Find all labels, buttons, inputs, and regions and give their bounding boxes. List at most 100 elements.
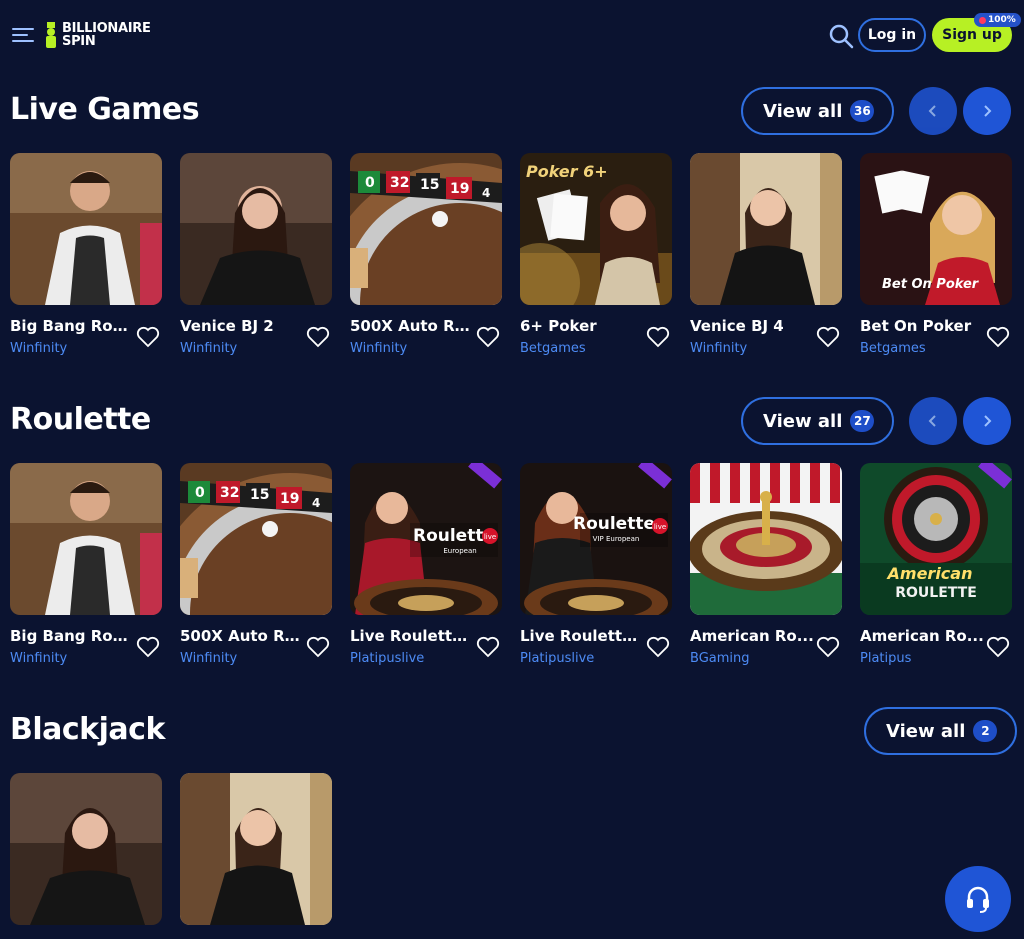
- game-card[interactable]: [10, 773, 162, 925]
- count-badge: 2: [973, 720, 998, 742]
- heart-icon[interactable]: [136, 326, 160, 348]
- roulette-number: 19: [280, 491, 299, 507]
- next-arrow-button[interactable]: [963, 397, 1011, 445]
- game-thumbnail[interactable]: [10, 153, 162, 305]
- game-name: Big Bang Rou...: [10, 627, 134, 645]
- game-provider[interactable]: Platipuslive: [350, 651, 474, 666]
- view-all-button[interactable]: View all 27: [741, 397, 895, 445]
- roulette-number: 32: [390, 175, 409, 191]
- live-badge: live: [654, 523, 666, 531]
- game-card[interactable]: [180, 773, 332, 925]
- prev-arrow-button[interactable]: [909, 397, 957, 445]
- game-thumbnail[interactable]: [10, 773, 162, 925]
- game-card[interactable]: Venice BJ 4 Winfinity: [690, 153, 842, 356]
- headset-icon: [967, 886, 989, 913]
- logo[interactable]: BILLIONAIRE SPIN: [44, 18, 151, 52]
- game-thumbnail[interactable]: Roulette European live: [350, 463, 502, 615]
- heart-icon[interactable]: [816, 326, 840, 348]
- game-name: 500X Auto Ro...: [180, 627, 304, 645]
- game-card[interactable]: 0 32 15 19 4 500X Auto Ro... Winfinity: [180, 463, 332, 666]
- view-all-button[interactable]: View all 36: [741, 87, 895, 135]
- signup-badge-text: 100%: [988, 15, 1016, 25]
- signup-bonus-badge: 100%: [974, 13, 1021, 27]
- game-card[interactable]: Big Bang Rou... Winfinity: [10, 463, 162, 666]
- game-thumbnail[interactable]: 0 32 15 19 4: [350, 153, 502, 305]
- game-card[interactable]: 0 32 15 19 4 500X Auto Ro... Winfinity: [350, 153, 502, 356]
- heart-icon[interactable]: [306, 636, 330, 658]
- game-provider[interactable]: Winfinity: [10, 651, 134, 666]
- heart-icon[interactable]: [646, 326, 670, 348]
- game-thumbnail[interactable]: [690, 153, 842, 305]
- support-chat-button[interactable]: [945, 866, 1011, 932]
- game-provider[interactable]: Platipus: [860, 651, 984, 666]
- roulette-number: 15: [420, 177, 439, 193]
- game-thumbnail[interactable]: [180, 773, 332, 925]
- game-name: Bet On Poker: [860, 317, 972, 335]
- gift-icon: [979, 16, 986, 24]
- section-roulette: Roulette View all 27 Big Bang Rou... Win…: [0, 394, 1024, 684]
- heart-icon[interactable]: [986, 326, 1010, 348]
- game-card[interactable]: Big Bang Rou... Winfinity: [10, 153, 162, 356]
- logo-line-2: SPIN: [62, 34, 96, 49]
- search-icon[interactable]: [828, 23, 854, 49]
- section-title: Live Games: [10, 92, 200, 127]
- game-thumbnail[interactable]: 0 32 15 19 4: [180, 463, 332, 615]
- roulette-number: 19: [450, 181, 469, 197]
- menu-icon[interactable]: [12, 26, 34, 44]
- section-live-games: Live Games View all 36 Big Bang Rou... W…: [0, 84, 1024, 374]
- heart-icon[interactable]: [136, 636, 160, 658]
- chevron-left-icon: [928, 105, 936, 117]
- view-all-label: View all: [886, 720, 966, 742]
- game-card[interactable]: American Ro... BGaming: [690, 463, 842, 666]
- game-name: Venice BJ 4: [690, 317, 784, 335]
- heart-icon[interactable]: [986, 636, 1010, 658]
- game-provider[interactable]: Platipuslive: [520, 651, 644, 666]
- game-provider[interactable]: Winfinity: [10, 341, 134, 356]
- game-card[interactable]: American ROULETTE American Ro... Platipu…: [860, 463, 1012, 666]
- game-thumbnail[interactable]: [690, 463, 842, 615]
- game-thumbnail[interactable]: Bet On Poker: [860, 153, 1012, 305]
- roulette-number: 0: [365, 175, 375, 191]
- thumb-title: Roulette: [573, 514, 655, 534]
- game-card[interactable]: Venice BJ 2 Winfinity: [180, 153, 332, 356]
- game-thumbnail[interactable]: Poker 6+: [520, 153, 672, 305]
- next-arrow-button[interactable]: [963, 87, 1011, 135]
- game-thumbnail[interactable]: [10, 463, 162, 615]
- game-provider[interactable]: Winfinity: [690, 341, 814, 356]
- chevron-right-icon: [984, 105, 992, 117]
- game-card[interactable]: Bet On Poker Bet On Poker Betgames: [860, 153, 1012, 356]
- game-provider[interactable]: Betgames: [520, 341, 644, 356]
- game-provider[interactable]: Winfinity: [350, 341, 474, 356]
- logo-mark-icon: [44, 20, 58, 50]
- game-card[interactable]: Roulette European live Live Roulette ...…: [350, 463, 502, 666]
- game-thumbnail[interactable]: Roulette VIP European live: [520, 463, 672, 615]
- game-name: Venice BJ 2: [180, 317, 274, 335]
- heart-icon[interactable]: [476, 636, 500, 658]
- game-name: 500X Auto Ro...: [350, 317, 474, 335]
- login-button[interactable]: Log in: [858, 18, 926, 52]
- thumb-subtitle: VIP European: [593, 535, 640, 543]
- game-provider[interactable]: BGaming: [690, 651, 814, 666]
- game-provider[interactable]: Winfinity: [180, 651, 304, 666]
- game-thumbnail[interactable]: [180, 153, 332, 305]
- game-provider[interactable]: Betgames: [860, 341, 984, 356]
- prev-arrow-button[interactable]: [909, 87, 957, 135]
- top-header: BILLIONAIRE SPIN Log in Sign up 100%: [0, 0, 1024, 72]
- heart-icon[interactable]: [306, 326, 330, 348]
- section-blackjack: Blackjack View all 2: [0, 704, 1024, 939]
- section-title: Blackjack: [10, 712, 165, 747]
- thumb-subtitle: European: [443, 547, 476, 555]
- heart-icon[interactable]: [476, 326, 500, 348]
- view-all-button[interactable]: View all 2: [864, 707, 1018, 755]
- game-provider[interactable]: Winfinity: [180, 341, 304, 356]
- game-name: Live Roulette ...: [350, 627, 474, 645]
- game-thumbnail[interactable]: American ROULETTE: [860, 463, 1012, 615]
- roulette-number: 4: [482, 186, 490, 200]
- heart-icon[interactable]: [816, 636, 840, 658]
- count-badge: 27: [850, 410, 875, 432]
- game-card[interactable]: Roulette VIP European live Live Roulette…: [520, 463, 672, 666]
- thumb-subtitle: ROULETTE: [895, 585, 977, 601]
- game-card[interactable]: Poker 6+ 6+ Poker Betgames: [520, 153, 672, 356]
- thumb-title: American: [886, 564, 973, 583]
- heart-icon[interactable]: [646, 636, 670, 658]
